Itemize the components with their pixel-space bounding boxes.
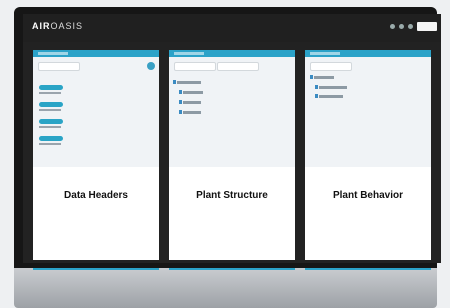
panel-header-label [310,52,340,55]
tree-node[interactable] [179,100,201,104]
list-item[interactable] [39,102,63,107]
panel-header-label [174,52,204,55]
top-bar: AIROASIS [23,14,441,42]
panel-header [33,50,159,57]
status-dot-icon [408,24,413,29]
app-screen: AIROASIS Data Headers Plant Structure Pl… [23,14,441,270]
list-item-sub [39,109,61,111]
filter-input[interactable] [217,62,259,71]
panel-header [305,50,431,57]
panel-footer-bar [33,268,159,270]
status-dot-icon [399,24,404,29]
panel-footer-bar [305,268,431,270]
panel-header-label [38,52,68,55]
list-item-sub [39,126,61,128]
panel-footer-bar [169,268,295,270]
logo-main-text: AIR [32,21,51,31]
panel-title: Plant Behavior [332,190,404,201]
panel-data-headers: Data Headers [33,50,159,270]
tree-node[interactable] [310,75,334,79]
tree-node[interactable] [315,94,343,98]
top-icons [390,24,413,29]
tree-node[interactable] [315,85,347,89]
list-item[interactable] [39,136,63,141]
panel-header [169,50,295,57]
list-item-sub [39,143,61,145]
search-input[interactable] [310,62,352,71]
status-dot-icon [390,24,395,29]
search-input[interactable] [174,62,216,71]
tree-node[interactable] [179,110,201,114]
tree-node[interactable] [173,80,201,84]
panel-body [33,57,159,167]
panel-plant-structure: Plant Structure [169,50,295,270]
panel-title: Plant Structure [196,190,268,201]
list-item-sub [39,92,61,94]
list-item[interactable] [39,119,63,124]
panel-body [169,57,295,167]
plus-circle-icon[interactable] [147,62,155,70]
tree-node[interactable] [179,90,203,94]
panel-title: Data Headers [64,190,128,201]
search-input[interactable] [38,62,80,71]
top-right-button[interactable] [417,22,437,31]
app-logo: AIROASIS [32,21,83,31]
monitor-stand [14,268,437,308]
panel-plant-behavior: Plant Behavior [305,50,431,270]
logo-light-text: OASIS [50,21,84,31]
panel-body [305,57,431,167]
list-item[interactable] [39,85,63,90]
